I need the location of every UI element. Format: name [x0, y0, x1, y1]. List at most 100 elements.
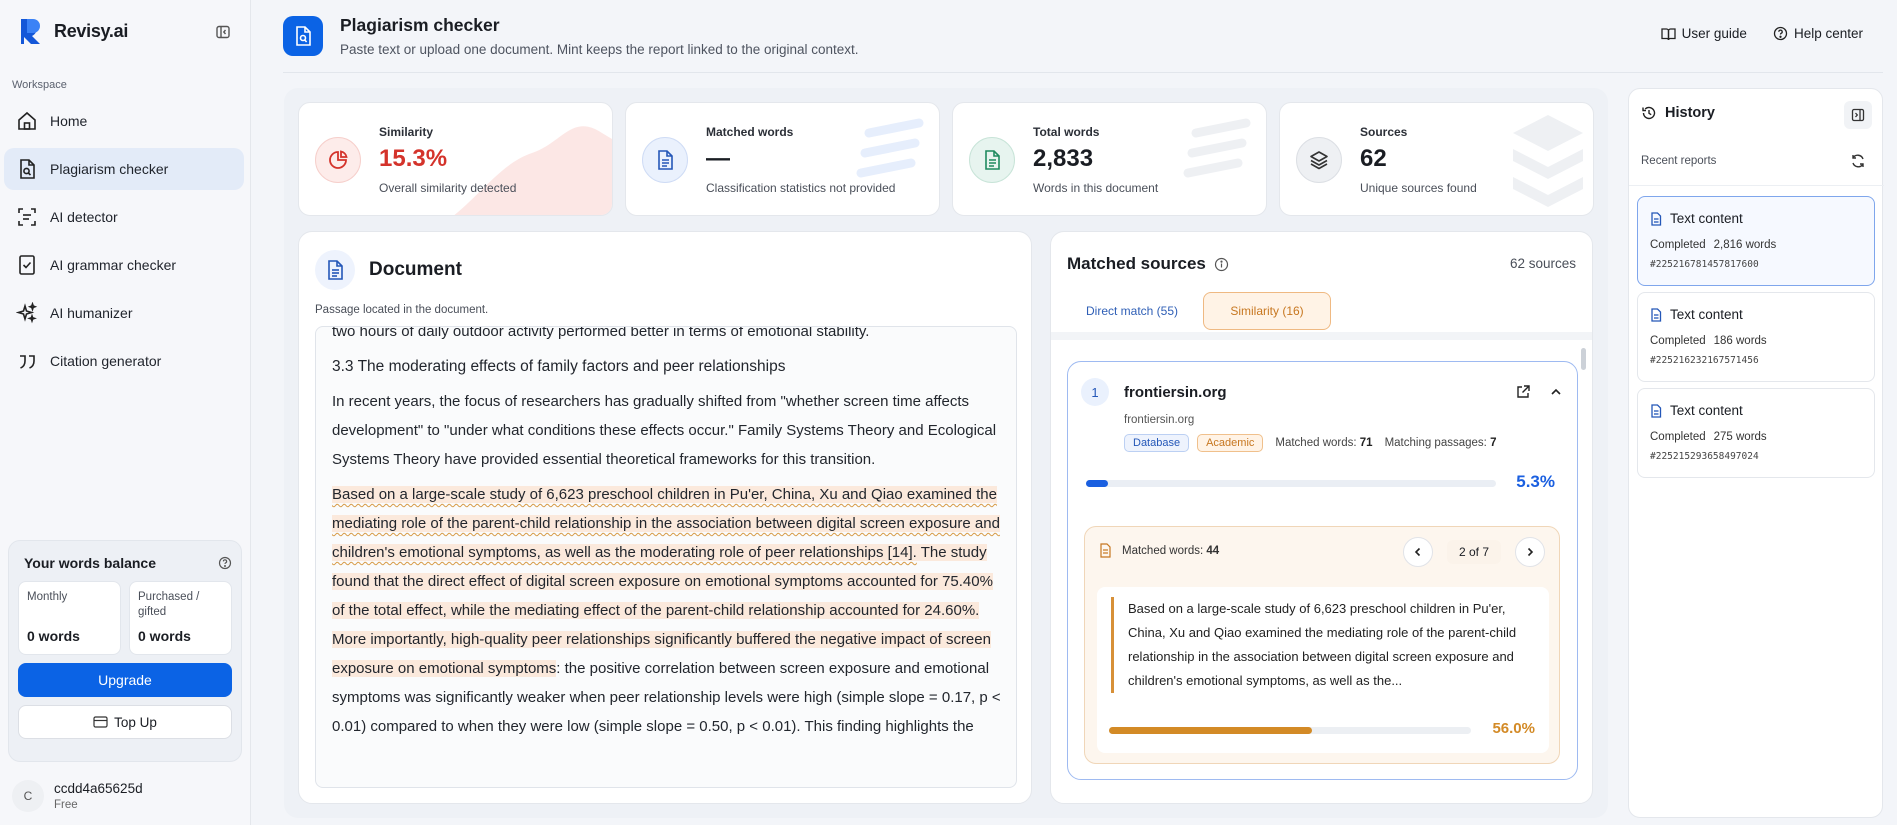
highlighted-paragraph: Based on a large-scale study of 6,623 pr… [332, 480, 1004, 741]
purchased-balance: Purchased / gifted 0 words [129, 581, 232, 655]
stripes-decoration [856, 118, 924, 178]
document-icon [315, 250, 355, 290]
stat-card-similarity: Similarity 15.3% Overall similarity dete… [298, 102, 613, 216]
user-account[interactable]: C ccdd4a65625d Free [12, 780, 143, 812]
history-item[interactable]: Text content Completed 186 words #2252162… [1637, 292, 1875, 382]
wave-decoration [454, 126, 612, 215]
sparkle-icon [16, 302, 38, 324]
stat-desc: Classification statistics not provided [706, 181, 896, 195]
upgrade-button[interactable]: Upgrade [18, 663, 232, 697]
user-guide-link[interactable]: User guide [1661, 26, 1747, 41]
document-text-area[interactable]: two hours of daily outdoor activity perf… [315, 326, 1017, 788]
collapse-sidebar-button[interactable] [208, 17, 238, 47]
scan-icon [18, 208, 36, 226]
sidebar-item-citation-generator[interactable]: Citation generator [4, 340, 244, 382]
help-icon[interactable] [218, 556, 232, 570]
help-center-link[interactable]: Help center [1773, 26, 1863, 41]
partial-line: two hours of daily outdoor activity perf… [332, 326, 870, 340]
panel-collapse-icon [1851, 108, 1865, 122]
source-url[interactable]: frontiersin.org [1124, 414, 1194, 426]
document-icon [1651, 211, 1662, 226]
brand-name: Revisy.ai [54, 20, 129, 41]
source-domain: frontiersin.org [1124, 384, 1227, 401]
sidebar-nav: Home Plagiarism checker AI detector AI g… [4, 100, 244, 388]
chevron-right-icon [1527, 547, 1534, 557]
matched-words-value: — [706, 145, 730, 172]
history-title-text: History [1665, 105, 1715, 121]
passage-matched-words: Matched words: 44 [1122, 544, 1220, 557]
sidebar-item-ai-humanizer[interactable]: AI humanizer [4, 292, 244, 334]
passage-quote: Based on a large-scale study of 6,623 pr… [1097, 587, 1549, 753]
sidebar-item-label: Citation generator [50, 353, 162, 369]
history-item-status: Completed [1650, 239, 1706, 251]
total-words-value: 2,833 [1033, 145, 1094, 172]
stat-label: Total words [1033, 125, 1100, 139]
matched-sources-card: Matched sources 62 sources Direct match … [1050, 231, 1593, 804]
refresh-icon[interactable] [1850, 153, 1866, 169]
history-item-title: Text content [1670, 307, 1743, 322]
page-subtitle: Paste text or upload one document. Mint … [340, 42, 859, 57]
similar-passage-highlight[interactable]: The study found that the direct effect o… [332, 544, 993, 677]
similarity-value: 15.3% [379, 145, 448, 172]
stat-card-matched-words: Matched words — Classification statistic… [625, 102, 940, 216]
chevron-up-icon[interactable] [1549, 384, 1563, 400]
history-item-id: #225215293658497024 [1650, 451, 1759, 462]
tab-direct-match[interactable]: Direct match (55) [1067, 292, 1197, 330]
history-item-status: Completed [1650, 431, 1706, 443]
sidebar-item-label: AI grammar checker [50, 257, 177, 273]
source-similarity-bar [1086, 480, 1496, 487]
page-title: Plagiarism checker [340, 15, 500, 35]
header-divider [283, 72, 1883, 73]
stat-desc: Words in this document [1033, 181, 1159, 195]
stat-card-sources: Sources 62 Unique sources found [1279, 102, 1594, 216]
sidebar: Revisy.ai Workspace Home Plagiarism chec… [0, 0, 251, 825]
pie-chart-icon [315, 137, 361, 183]
info-icon[interactable] [1214, 257, 1229, 272]
document-icon [1100, 543, 1111, 558]
previous-passage-button[interactable] [1402, 537, 1433, 567]
sidebar-item-plagiarism-checker[interactable]: Plagiarism checker [4, 148, 244, 190]
passage-similarity-fill [1109, 727, 1312, 734]
check-doc-icon [19, 255, 35, 275]
history-item[interactable]: Text content Completed 275 words #2252152… [1637, 388, 1875, 478]
tag-academic: Academic [1197, 434, 1264, 452]
matched-words-stat: Matched words: 71 [1275, 437, 1373, 449]
next-passage-button[interactable] [1515, 537, 1545, 567]
user-guide-label: User guide [1681, 26, 1747, 41]
history-item[interactable]: Text content Completed 2,816 words #22521… [1637, 196, 1875, 286]
history-item-words: 275 words [1713, 431, 1767, 443]
top-up-button[interactable]: Top Up [18, 705, 232, 739]
stat-desc: Overall similarity detected [379, 181, 517, 195]
words-balance-panel: Your words balance Monthly 0 words Purch… [8, 540, 242, 762]
layers-icon [1296, 137, 1342, 183]
matched-passage-highlight[interactable]: Based on a large-scale study of 6,623 pr… [332, 486, 1000, 561]
section-heading: 3.3 The moderating effects of family fac… [332, 358, 786, 375]
layers-decoration [1513, 115, 1583, 207]
matching-passages-stat: Matching passages: 7 [1384, 437, 1497, 449]
passage-text: Based on a large-scale study of 6,623 pr… [1111, 597, 1531, 693]
sidebar-item-ai-detector[interactable]: AI detector [4, 196, 244, 238]
monthly-value: 0 words [27, 628, 80, 644]
collapse-history-button[interactable] [1844, 101, 1872, 129]
tab-similarity[interactable]: Similarity (16) [1203, 292, 1331, 330]
history-icon [1642, 106, 1656, 120]
sidebar-item-label: Home [50, 113, 88, 129]
external-link-icon[interactable] [1515, 384, 1531, 400]
quote-icon [20, 355, 35, 369]
user-name: ccdd4a65625d [54, 781, 143, 796]
stat-label: Sources [1360, 125, 1408, 139]
history-item-title: Text content [1670, 211, 1743, 226]
brand[interactable]: Revisy.ai [18, 16, 128, 46]
source-card[interactable]: 1 frontiersin.org frontiersin.org Databa… [1067, 361, 1578, 780]
chevron-left-icon [1414, 547, 1421, 557]
recent-reports-label: Recent reports [1641, 155, 1717, 167]
document-icon [642, 137, 688, 183]
monthly-label: Monthly [27, 591, 68, 603]
user-plan: Free [54, 799, 78, 811]
sidebar-item-home[interactable]: Home [4, 100, 244, 142]
sidebar-item-ai-grammar-checker[interactable]: AI grammar checker [4, 244, 244, 286]
sidebar-item-label: AI humanizer [50, 305, 133, 321]
scrollbar[interactable] [1581, 348, 1586, 370]
purchased-label: Purchased / gifted [138, 591, 200, 618]
stat-label: Matched words [706, 125, 794, 139]
